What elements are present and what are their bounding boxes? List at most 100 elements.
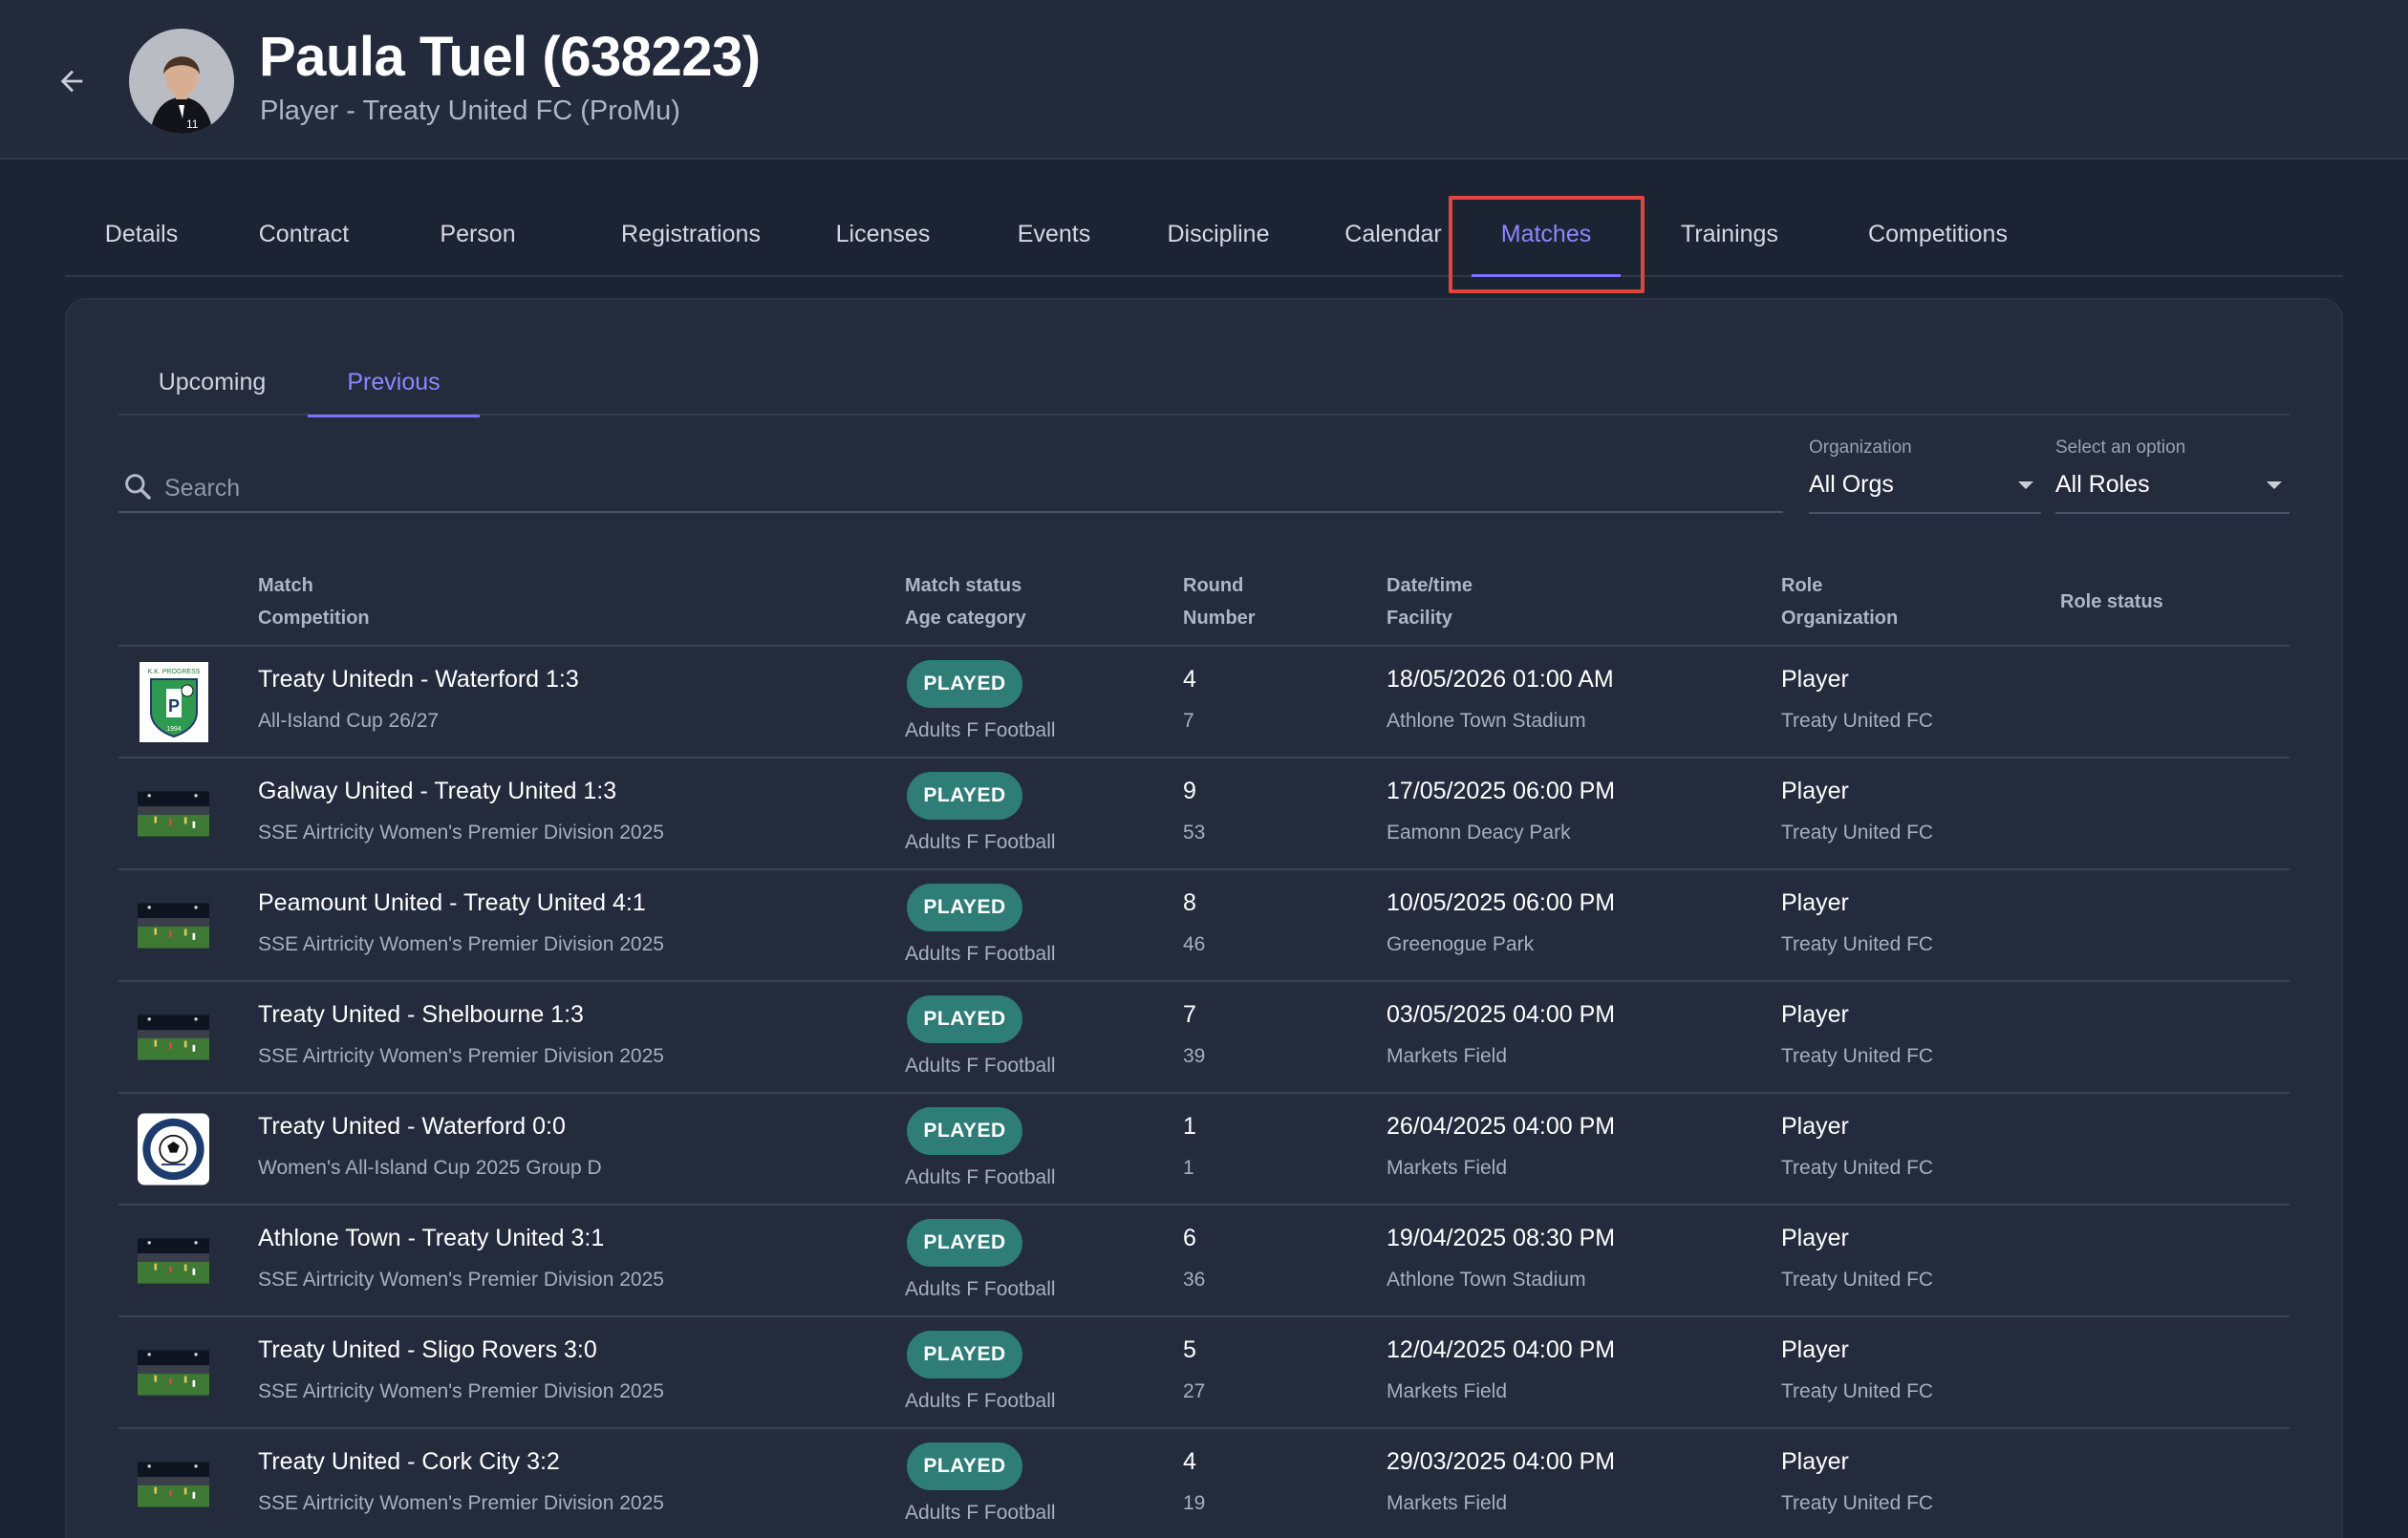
tab-discipline[interactable]: Discipline (1128, 191, 1309, 277)
subtab-upcoming[interactable]: Upcoming (128, 349, 296, 416)
header-match-status[interactable]: Match status (905, 569, 1021, 602)
match-title: Treaty United - Cork City 3:2 (258, 1448, 560, 1475)
header-round[interactable]: Round (1183, 569, 1243, 602)
number-value: 7 (1183, 710, 1194, 732)
competition-name: Women's All-Island Cup 2025 Group D (258, 1157, 602, 1179)
tab-registrations[interactable]: Registrations (571, 191, 810, 277)
table-row[interactable]: K.K. PROGRESS P 1994 Treaty Unitedn - Wa… (118, 647, 2290, 758)
stadium-thumbnail (138, 773, 209, 854)
header-organization[interactable]: Organization (1781, 602, 1898, 634)
number-value: 53 (1183, 822, 1206, 844)
tab-licenses[interactable]: Licenses (801, 191, 965, 277)
match-title: Treaty United - Sligo Rovers 3:0 (258, 1336, 597, 1363)
role-value: Player (1781, 778, 1849, 804)
role-value: Player (1781, 1001, 1849, 1028)
facility-name: Markets Field (1387, 1380, 1508, 1402)
facility-name: Greenogue Park (1387, 933, 1535, 955)
main-tabs: Details Contract Person Registrations Li… (65, 191, 2343, 277)
arrow-left-icon (60, 70, 83, 93)
stadium-thumbnail (138, 1332, 209, 1413)
header-competition[interactable]: Competition (258, 602, 370, 634)
organization-select[interactable]: Organization All Orgs (1809, 438, 2041, 514)
organization-value: Treaty United FC (1781, 1269, 1934, 1291)
search-input[interactable] (164, 469, 1770, 507)
round-value: 1 (1183, 1113, 1196, 1140)
competition-name: All-Island Cup 26/27 (258, 710, 440, 732)
header-datetime[interactable]: Date/time (1387, 569, 1473, 602)
back-button[interactable] (48, 57, 96, 105)
age-category: Adults F Football (905, 1055, 1056, 1077)
competition-name: SSE Airtricity Women's Premier Division … (258, 1492, 664, 1514)
status-badge: PLAYED (907, 884, 1022, 931)
club-crest-thumbnail: K.K. PROGRESS P 1994 (138, 661, 209, 742)
status-badge: PLAYED (907, 995, 1022, 1043)
table-row[interactable]: Treaty United - Shelbourne 1:3 SSE Airtri… (118, 982, 2290, 1094)
svg-text:11: 11 (186, 117, 199, 131)
stadium-thumbnail (138, 885, 209, 966)
search-icon (125, 474, 151, 500)
tab-events[interactable]: Events (973, 191, 1135, 277)
facility-name: Markets Field (1387, 1492, 1508, 1514)
tab-matches[interactable]: Matches (1460, 191, 1632, 277)
age-category: Adults F Football (905, 1502, 1056, 1524)
table-row[interactable]: Galway United - Treaty United 1:3 SSE Air… (118, 758, 2290, 870)
number-value: 27 (1183, 1380, 1206, 1402)
facility-name: Athlone Town Stadium (1387, 710, 1586, 732)
svg-text:1994: 1994 (166, 726, 182, 733)
match-title: Peamount United - Treaty United 4:1 (258, 889, 646, 916)
page-header: 11 Paula Tuel (638223) Player - Treaty U… (0, 0, 2408, 160)
organization-value: Treaty United FC (1781, 1492, 1934, 1514)
organization-label: Organization (1809, 438, 1912, 458)
sub-tabs: Upcoming Previous (118, 349, 2290, 417)
chevron-down-icon (2267, 481, 2282, 489)
status-badge: PLAYED (907, 1219, 1022, 1267)
facility-name: Markets Field (1387, 1045, 1508, 1067)
avatar: 11 (129, 29, 234, 134)
role-value: Player (1781, 666, 1849, 693)
stadium-thumbnail (138, 1220, 209, 1301)
organization-value: Treaty United FC (1781, 1380, 1934, 1402)
tab-calendar[interactable]: Calendar (1307, 191, 1479, 277)
age-category: Adults F Football (905, 943, 1056, 965)
table-row[interactable]: Treaty United - Sligo Rovers 3:0 SSE Airt… (118, 1317, 2290, 1429)
page-subtitle: Player - Treaty United FC (ProMu) (260, 96, 680, 126)
facility-name: Eamonn Deacy Park (1387, 822, 1571, 844)
round-value: 6 (1183, 1225, 1196, 1251)
round-value: 5 (1183, 1336, 1196, 1363)
match-datetime: 17/05/2025 06:00 PM (1387, 778, 1616, 804)
table-row[interactable]: Treaty United - Waterford 0:0 Women's All… (118, 1094, 2290, 1206)
organization-value: Treaty United FC (1781, 822, 1934, 844)
status-badge: PLAYED (907, 660, 1022, 708)
tab-details[interactable]: Details (65, 191, 218, 277)
table-row[interactable]: Peamount United - Treaty United 4:1 SSE A… (118, 870, 2290, 982)
competition-name: SSE Airtricity Women's Premier Division … (258, 822, 664, 844)
tab-contract[interactable]: Contract (237, 191, 371, 277)
organization-value: Treaty United FC (1781, 1045, 1934, 1067)
match-title: Galway United - Treaty United 1:3 (258, 778, 617, 804)
competition-name: SSE Airtricity Women's Premier Division … (258, 933, 664, 955)
tab-trainings[interactable]: Trainings (1644, 191, 1816, 277)
age-category: Adults F Football (905, 1278, 1056, 1300)
tab-competitions[interactable]: Competitions (1823, 191, 2053, 277)
match-datetime: 29/03/2025 04:00 PM (1387, 1448, 1616, 1475)
competition-name: SSE Airtricity Women's Premier Division … (258, 1269, 664, 1291)
header-age-category[interactable]: Age category (905, 602, 1026, 634)
role-value: Player (1781, 1225, 1849, 1251)
header-role[interactable]: Role (1781, 569, 1822, 602)
role-select-value: All Roles (2055, 471, 2150, 498)
table-row[interactable]: Athlone Town - Treaty United 3:1 SSE Airt… (118, 1206, 2290, 1317)
match-datetime: 10/05/2025 06:00 PM (1387, 889, 1616, 916)
number-value: 46 (1183, 933, 1206, 955)
match-datetime: 19/04/2025 08:30 PM (1387, 1225, 1616, 1251)
role-select[interactable]: Select an option All Roles (2055, 438, 2290, 514)
subtab-previous[interactable]: Previous (308, 349, 480, 417)
competition-name: SSE Airtricity Women's Premier Division … (258, 1045, 664, 1067)
header-match[interactable]: Match (258, 569, 313, 602)
header-facility[interactable]: Facility (1387, 602, 1452, 634)
match-datetime: 12/04/2025 04:00 PM (1387, 1336, 1616, 1363)
tab-person[interactable]: Person (420, 191, 535, 277)
header-number[interactable]: Number (1183, 602, 1256, 634)
table-row[interactable]: Treaty United - Cork City 3:2 SSE Airtric… (118, 1429, 2290, 1538)
stadium-thumbnail (138, 996, 209, 1078)
header-role-status[interactable]: Role status (2060, 586, 2163, 618)
